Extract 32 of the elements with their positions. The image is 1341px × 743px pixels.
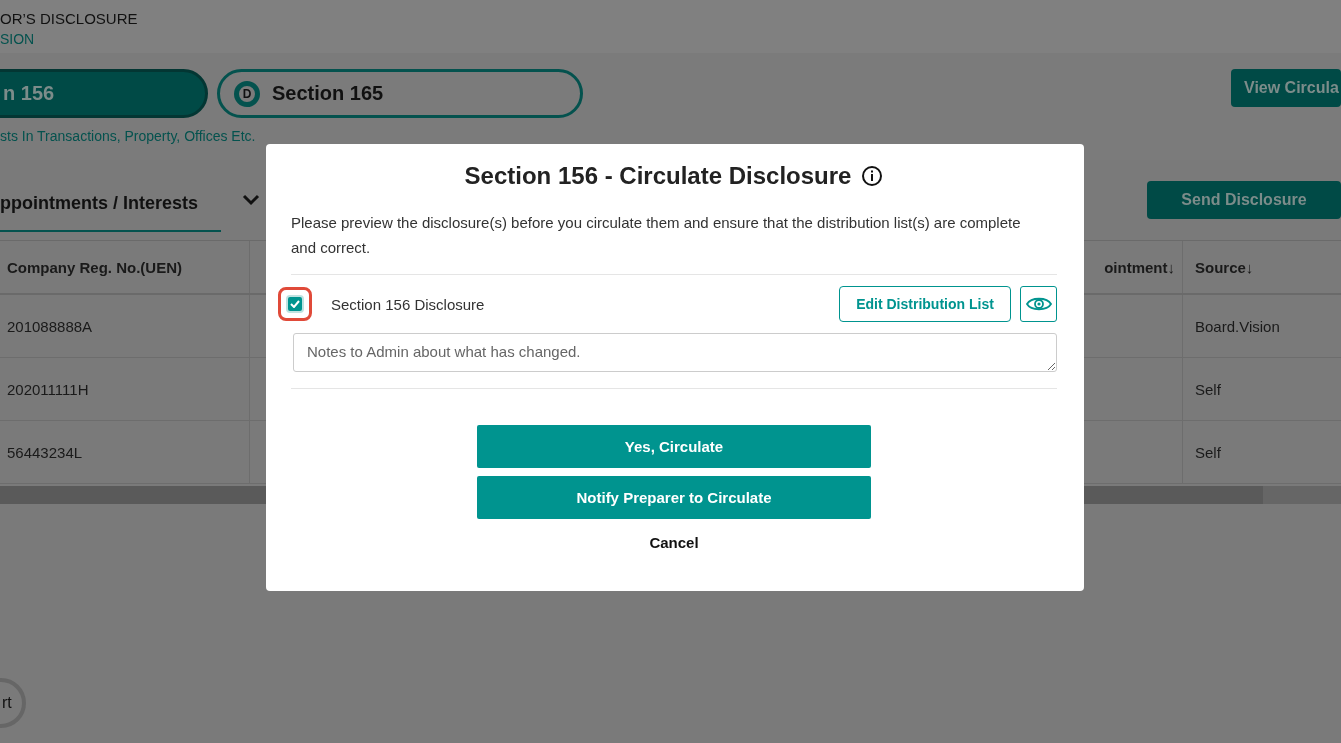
table-cell-text: Self — [1194, 442, 1222, 463]
category-tab[interactable]: ppointments / Interests — [0, 170, 221, 232]
section-badge: D — [234, 80, 260, 107]
dialog-title: Section 156 - Circulate Disclosure — [464, 162, 852, 190]
page-subtitle: SION — [0, 31, 36, 47]
action-button[interactable]: Notify Preparer to Circulate — [477, 476, 871, 519]
dialog-message: Please preview the disclosure(s) before you circulate them and ensure that the distribution list(s) are complete and correct. — [291, 210, 1057, 275]
notes-field[interactable]: Notes to Admin about what has changed. — [293, 333, 1057, 372]
item-label: Section 156 Disclosure — [331, 295, 485, 313]
chevron-down-icon[interactable] — [242, 194, 260, 206]
page-title: OR’S DISCLOSURE — [0, 10, 139, 27]
cancel-button[interactable]: Cancel — [643, 533, 705, 552]
corner-button[interactable]: rt — [0, 678, 26, 728]
section-caption: sts In Transactions, Property, Offices Etc. — [0, 128, 257, 144]
table-cell-text: Self — [1194, 379, 1222, 400]
table-cell: 201088888A — [0, 295, 250, 357]
table-cell: 202011111H — [0, 358, 250, 420]
checkbox[interactable] — [278, 287, 312, 321]
action-button[interactable]: Yes, Circulate — [477, 425, 871, 468]
info-icon[interactable] — [861, 165, 884, 187]
check-icon — [290, 300, 300, 308]
column-header[interactable]: Source↓ — [1183, 241, 1341, 293]
eye-icon — [1025, 295, 1052, 313]
view-button[interactable]: View Circula — [1231, 68, 1341, 107]
edit-button[interactable]: Edit Distribution List — [839, 286, 1011, 322]
preview-button[interactable] — [1020, 286, 1057, 322]
table-cell: 56443234L — [0, 421, 250, 483]
section-tab[interactable]: n 156 — [0, 69, 208, 118]
send-button[interactable]: Send Disclosure — [1147, 181, 1341, 219]
column-header: Company Reg. No.(UEN) — [0, 241, 250, 293]
section-tab[interactable]: D Section 165 — [217, 69, 583, 118]
table-cell-text: Board.Vision — [1194, 316, 1281, 337]
